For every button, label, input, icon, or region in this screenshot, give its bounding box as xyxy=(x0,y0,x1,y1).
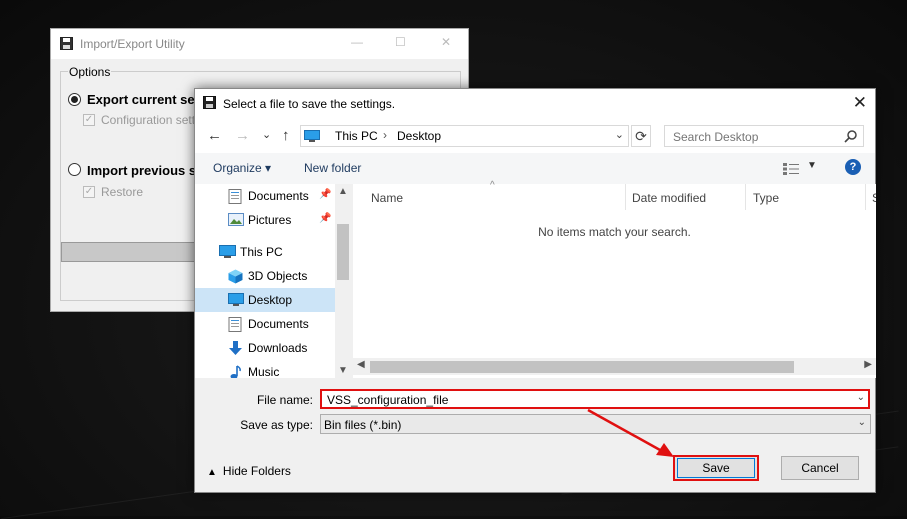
options-label: Options xyxy=(68,65,112,79)
scroll-right-icon[interactable]: ▶ xyxy=(864,359,872,370)
restore-checkbox[interactable]: ✓ xyxy=(83,186,95,198)
nav-item-label: Desktop xyxy=(248,293,293,307)
window-titlebar: Import/Export Utility — ☐ ✕ xyxy=(51,29,468,59)
forward-arrow-icon[interactable]: → xyxy=(235,127,250,144)
dialog-title: Select a file to save the settings. xyxy=(223,97,396,111)
maximize-button[interactable]: ☐ xyxy=(395,35,406,49)
downloads-icon xyxy=(229,341,242,355)
scroll-left-icon[interactable]: ◀ xyxy=(357,359,365,370)
navigation-bar: ← → ⌄ ↑ This PC › Desktop ⌄ ⟳ xyxy=(195,119,875,153)
this-pc-icon xyxy=(304,130,320,142)
help-icon[interactable]: ? xyxy=(845,159,861,175)
nav-item-documents[interactable]: Documents xyxy=(195,312,335,336)
nav-item-music[interactable]: Music xyxy=(195,360,335,378)
nav-item-documents-pinned[interactable]: Documents 📌 xyxy=(195,184,335,208)
nav-item-label: 3D Objects xyxy=(248,269,308,283)
close-button[interactable]: ✕ xyxy=(441,35,451,49)
save-as-type-select[interactable]: Bin files (*.bin) ⌄ xyxy=(320,414,871,434)
nav-item-label: Downloads xyxy=(248,341,308,355)
save-as-type-value: Bin files (*.bin) xyxy=(324,418,402,432)
navigation-scrollbar[interactable]: ▲ ▼ xyxy=(335,184,351,378)
file-list-pane: ^ Name Date modified Type S No items mat… xyxy=(353,180,876,378)
export-radio[interactable] xyxy=(68,93,81,106)
view-options-icon[interactable] xyxy=(783,163,799,175)
pin-icon: 📌 xyxy=(319,213,332,224)
breadcrumb-this-pc[interactable]: This PC xyxy=(335,129,378,143)
file-name-combobox[interactable]: ⌄ xyxy=(320,389,870,409)
hide-folders-label: Hide Folders xyxy=(222,464,291,478)
cancel-button[interactable]: Cancel xyxy=(781,456,859,480)
save-as-type-label: Save as type: xyxy=(240,418,313,432)
nav-item-label: Music xyxy=(248,365,280,378)
nav-item-downloads[interactable]: Downloads xyxy=(195,336,335,360)
restore-label: Restore xyxy=(101,185,144,199)
column-header-size[interactable]: S xyxy=(866,184,876,210)
nav-item-label: Documents xyxy=(248,189,309,203)
pictures-icon xyxy=(228,213,244,226)
scroll-up-icon[interactable]: ▲ xyxy=(338,186,348,197)
address-bar[interactable]: This PC › Desktop ⌄ xyxy=(300,125,629,147)
save-button[interactable]: Save xyxy=(673,455,759,481)
progress-bar xyxy=(61,242,211,262)
pin-icon: 📌 xyxy=(319,189,332,200)
nav-item-this-pc[interactable]: This PC xyxy=(195,240,335,264)
nav-item-pictures[interactable]: Pictures 📌 xyxy=(195,208,335,232)
hide-folders-toggle[interactable]: ▲ Hide Folders xyxy=(207,464,291,478)
nav-item-label: Pictures xyxy=(248,213,292,227)
breadcrumb-separator: › xyxy=(383,128,387,142)
chevron-up-icon: ▲ xyxy=(207,467,217,478)
floppy-disk-icon xyxy=(203,96,216,109)
search-icon xyxy=(844,130,857,143)
chevron-down-icon[interactable]: ⌄ xyxy=(858,417,866,428)
file-name-input[interactable] xyxy=(327,392,847,407)
window-title: Import/Export Utility xyxy=(80,37,185,51)
column-header-date-modified[interactable]: Date modified xyxy=(626,184,746,210)
breadcrumb-desktop[interactable]: Desktop xyxy=(397,129,441,143)
refresh-button[interactable]: ⟳ xyxy=(631,125,651,147)
empty-folder-message: No items match your search. xyxy=(538,225,691,239)
scroll-down-icon[interactable]: ▼ xyxy=(338,365,348,376)
music-icon xyxy=(230,365,241,378)
export-label: Export current se xyxy=(87,92,195,107)
search-box[interactable] xyxy=(664,125,864,147)
this-pc-icon xyxy=(219,245,236,258)
documents-icon xyxy=(228,189,242,204)
nav-item-label: This PC xyxy=(240,245,283,259)
minimize-button[interactable]: — xyxy=(351,35,363,49)
dialog-close-button[interactable]: ✕ xyxy=(853,93,867,113)
organize-menu[interactable]: Organize ▾ xyxy=(213,161,271,175)
nav-item-label: Documents xyxy=(248,317,309,331)
back-arrow-icon[interactable]: ← xyxy=(207,127,222,144)
command-toolbar: Organize ▾ New folder ▼ ? xyxy=(195,153,875,184)
search-input[interactable] xyxy=(671,129,841,145)
navigation-pane: Documents 📌 Pictures 📌 This PC 3D Object… xyxy=(195,184,351,378)
import-radio[interactable] xyxy=(68,163,81,176)
horizontal-scrollbar[interactable]: ◀ ▶ xyxy=(353,358,876,375)
chevron-down-icon[interactable]: ⌄ xyxy=(615,128,624,141)
chevron-down-icon[interactable]: ⌄ xyxy=(857,392,865,403)
nav-item-3d-objects[interactable]: 3D Objects xyxy=(195,264,335,288)
view-dropdown-icon[interactable]: ▼ xyxy=(807,160,817,171)
configuration-checkbox[interactable]: ✓ xyxy=(83,114,95,126)
nav-item-desktop[interactable]: Desktop xyxy=(195,288,335,312)
scrollbar-thumb[interactable] xyxy=(337,224,349,280)
column-header-type[interactable]: Type xyxy=(746,184,866,210)
save-button-label: Save xyxy=(677,458,755,478)
dialog-titlebar: Select a file to save the settings. ✕ xyxy=(195,89,875,119)
scrollbar-thumb[interactable] xyxy=(370,361,794,373)
desktop-icon xyxy=(228,293,244,306)
column-header-name[interactable]: Name xyxy=(353,184,626,210)
floppy-disk-icon xyxy=(60,37,73,50)
save-file-dialog: Select a file to save the settings. ✕ ← … xyxy=(194,88,876,493)
file-name-label: File name: xyxy=(256,393,313,407)
recent-locations-icon[interactable]: ⌄ xyxy=(262,128,271,141)
new-folder-button[interactable]: New folder xyxy=(304,161,361,175)
3d-objects-icon xyxy=(228,269,243,284)
documents-icon xyxy=(228,317,242,332)
up-arrow-icon[interactable]: ↑ xyxy=(282,127,290,144)
import-label: Import previous s xyxy=(87,163,197,178)
